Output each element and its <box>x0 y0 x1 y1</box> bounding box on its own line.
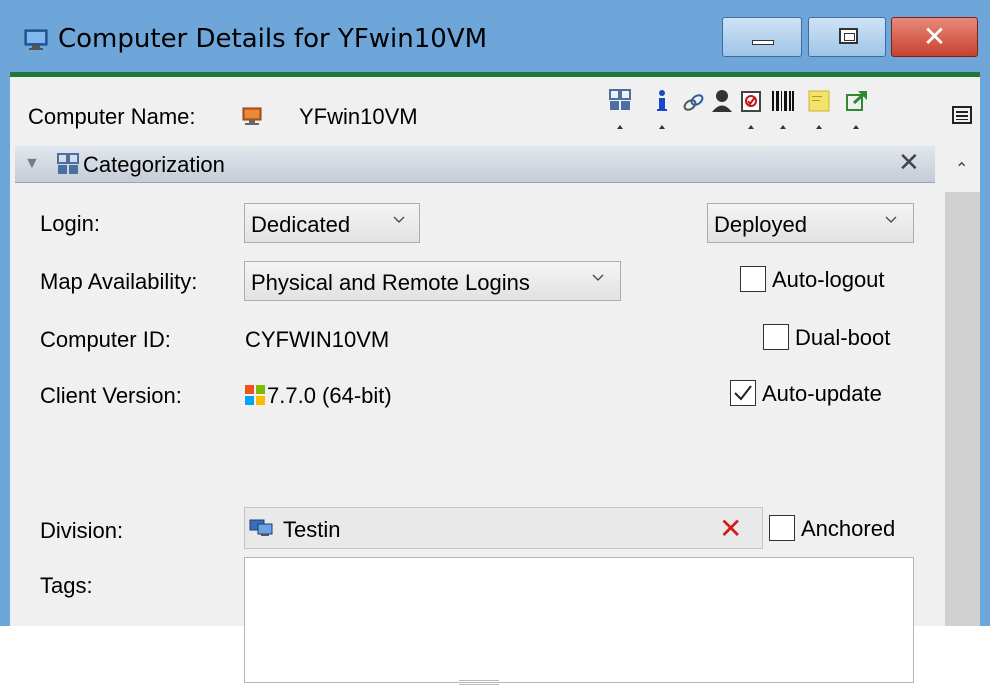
anchored-label: Anchored <box>801 516 896 541</box>
checklist-menu-indicator[interactable] <box>748 125 754 129</box>
barcode-menu-indicator[interactable] <box>780 125 786 129</box>
close-icon[interactable]: ✕ <box>898 147 920 178</box>
auto-update-box[interactable] <box>730 380 756 406</box>
login-label: Login: <box>40 211 100 236</box>
resize-grip[interactable] <box>459 680 499 685</box>
window-title: Computer Details for YFwin10VM <box>58 24 488 54</box>
division-value: Testin <box>283 517 341 542</box>
anchored-box[interactable] <box>769 515 795 541</box>
minimize-icon <box>752 40 774 45</box>
checklist-icon[interactable] <box>740 89 762 113</box>
title-bar[interactable]: Computer Details for YFwin10VM ✕ <box>0 0 990 72</box>
checkmark-icon <box>734 385 752 401</box>
map-availability-value: Physical and Remote Logins <box>251 270 530 295</box>
division-label: Division: <box>40 518 124 543</box>
auto-logout-checkbox[interactable]: Auto-logout <box>740 266 915 296</box>
section-header[interactable]: ▼ Categorization ✕ <box>15 146 935 183</box>
anchored-checkbox[interactable]: Anchored <box>769 515 914 545</box>
auto-update-label: Auto-update <box>762 381 882 406</box>
close-window-button[interactable]: ✕ <box>891 17 978 57</box>
scroll-up-icon[interactable]: ⌃ <box>955 159 968 179</box>
categorization-form: Login: Dedicated Deployed Map Availabili… <box>15 183 935 685</box>
division-icon <box>249 518 275 538</box>
status-dropdown[interactable]: Deployed <box>707 203 914 243</box>
windows-logo-icon <box>245 385 265 405</box>
maximize-button[interactable] <box>808 17 886 57</box>
app-window: Computer Details for YFwin10VM ✕ Compute… <box>0 0 990 685</box>
external-link-menu-indicator[interactable] <box>853 125 859 129</box>
close-icon: ✕ <box>922 21 947 52</box>
login-dropdown[interactable]: Dedicated <box>244 203 420 243</box>
section-title: Categorization <box>83 152 225 177</box>
login-dropdown-value: Dedicated <box>251 212 351 237</box>
dual-boot-label: Dual-boot <box>795 325 891 350</box>
link-icon[interactable] <box>682 89 704 113</box>
auto-logout-label: Auto-logout <box>772 267 885 292</box>
computer-icon <box>24 29 48 51</box>
clear-division-icon[interactable]: ✕ <box>719 512 742 545</box>
auto-logout-box[interactable] <box>740 266 766 292</box>
dual-boot-checkbox[interactable]: Dual-boot <box>763 324 913 354</box>
right-strip: ⌃ <box>945 77 980 626</box>
map-availability-dropdown[interactable]: Physical and Remote Logins <box>244 261 621 301</box>
chevron-down-icon <box>885 212 897 224</box>
barcode-icon[interactable] <box>771 89 794 113</box>
categorization-menu-indicator[interactable] <box>617 125 623 129</box>
client-area: Computer Name: YFwin10VM ⌃ ▼ Categorizat… <box>10 72 980 685</box>
computer-name-label: Computer Name: <box>28 104 196 129</box>
minimize-button[interactable] <box>722 17 802 57</box>
computer-id-label: Computer ID: <box>40 327 171 352</box>
computer-id-value: CYFWIN10VM <box>245 327 390 352</box>
external-link-icon[interactable] <box>846 89 868 113</box>
status-dropdown-value: Deployed <box>714 212 807 237</box>
user-icon[interactable] <box>711 89 733 113</box>
info-menu-indicator[interactable] <box>659 125 665 129</box>
header-row: Computer Name: YFwin10VM <box>10 77 945 146</box>
chevron-down-icon <box>393 212 405 224</box>
map-availability-label: Map Availability: <box>40 269 198 294</box>
categorization-icon[interactable] <box>609 89 631 113</box>
division-field[interactable]: Testin ✕ <box>244 507 763 549</box>
dual-boot-box[interactable] <box>763 324 789 350</box>
chevron-down-icon <box>592 270 604 282</box>
client-version-value: 7.7.0 (64-bit) <box>267 383 392 408</box>
computer-name-value: YFwin10VM <box>299 104 418 129</box>
tags-input[interactable] <box>244 557 914 683</box>
client-version-label: Client Version: <box>40 383 182 408</box>
tags-label: Tags: <box>40 573 93 598</box>
note-menu-indicator[interactable] <box>816 125 822 129</box>
computer-status-icon <box>241 107 263 127</box>
scrollbar-track[interactable] <box>945 192 980 626</box>
list-view-icon[interactable] <box>952 106 972 124</box>
categorization-icon <box>57 153 79 175</box>
info-icon[interactable] <box>651 89 673 113</box>
maximize-icon <box>839 28 858 44</box>
note-icon[interactable] <box>808 89 830 113</box>
auto-update-checkbox[interactable]: Auto-update <box>730 380 915 410</box>
triangle-down-icon[interactable]: ▼ <box>24 155 40 173</box>
